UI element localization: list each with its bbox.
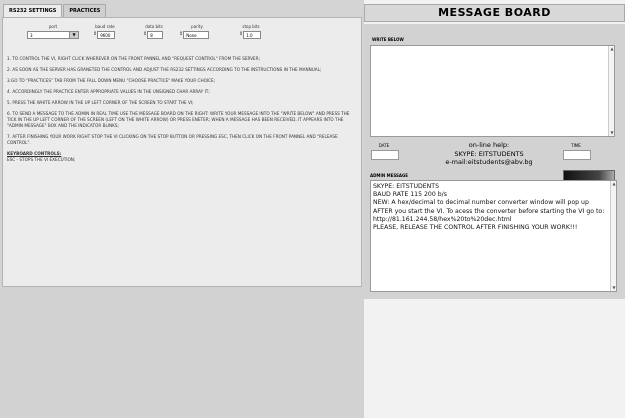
date-display	[371, 150, 399, 160]
admin-message-label: ADMIN MESSAGE	[370, 173, 409, 178]
message-board-title: MESSAGE BOARD	[364, 4, 625, 22]
rs232-settings-panel: PORT 3 ▼ baud rate ⇕ 9600 data bits ⇕ 8	[2, 17, 362, 287]
instruction-3: 3.GO TO "PRACTICES" TAB FROM THE FALL DO…	[7, 78, 216, 83]
write-message-input[interactable]: ▲ ▼	[370, 45, 615, 137]
instruction-1: 1. TO CONTROL THE VI, RIGHT CLICK WHEREV…	[7, 56, 261, 61]
dropdown-arrow-icon[interactable]: ▼	[69, 32, 78, 38]
stop-bits-control: stop bits ⇕ 1.0	[239, 24, 263, 39]
write-below-label: WRITE BELOW	[372, 37, 404, 42]
scroll-up-icon[interactable]: ▲	[609, 46, 615, 52]
stop-bits-input[interactable]: 1.0	[243, 31, 262, 39]
admin-line: NEW: A hex/decimal to decimal number con…	[373, 199, 607, 223]
left-panel: RS232 SETTINGS PRACTICES PORT 3 ▼ baud r…	[0, 0, 364, 418]
time-label: TIME	[571, 143, 581, 148]
data-bits-input[interactable]: 8	[147, 31, 164, 39]
admin-scrollbar[interactable]: ▲ ▼	[610, 181, 616, 291]
port-label: PORT	[48, 24, 58, 29]
admin-message-text: SKYPE: EITSTUDENTS BAUD RATE 115 200 b/s…	[373, 183, 607, 232]
stop-bits-label: stop bits	[242, 24, 260, 29]
admin-line: SKYPE: EITSTUDENTS	[373, 183, 439, 190]
baud-rate-label: baud rate	[95, 24, 115, 29]
instruction-6: 6. TO SEND A MESSAGE TO THE ADMIN IN REA…	[7, 111, 350, 128]
instruction-2: 2. AS SOON AS THE SERVER HAS GRANETED TH…	[7, 67, 322, 72]
time-display	[563, 150, 591, 160]
instruction-4: 4. ACCORDINGLY THE PRACTICE ENTER APPROP…	[7, 89, 210, 94]
instructions-text: 1. TO CONTROL THE VI, RIGHT CLICK WHEREV…	[7, 56, 357, 163]
scroll-down-icon[interactable]: ▼	[609, 130, 615, 136]
admin-line: PLEASE, RELEASE THE CONTROL AFTER FINISH…	[373, 224, 578, 232]
tab-practices[interactable]: PRACTICES	[63, 4, 107, 18]
parity-control: parity ⇕ None	[179, 24, 215, 39]
baud-rate-input[interactable]: 9600	[97, 31, 116, 39]
data-bits-label: data bits	[145, 24, 163, 29]
message-board-panel: MESSAGE BOARD WRITE BELOW ▲ ▼ DATE on-li…	[364, 0, 625, 418]
write-scrollbar[interactable]: ▲ ▼	[608, 46, 614, 136]
help-title: on-line help:	[468, 141, 510, 149]
port-select[interactable]: 3 ▼	[27, 31, 79, 39]
parity-input[interactable]: None	[183, 31, 210, 39]
data-bits-control: data bits ⇕ 8	[143, 24, 165, 39]
online-help: on-line help: SKYPE: EITSTUDENTS e-mail:…	[414, 141, 564, 167]
instruction-5: 5. PRESS THE WHITE ARROW IN THE UP LEFT …	[7, 100, 194, 105]
tab-rs232-settings[interactable]: RS232 SETTINGS	[3, 4, 63, 18]
help-skype: SKYPE: EITSTUDENTS	[454, 149, 524, 158]
scroll-down-icon[interactable]: ▼	[611, 285, 617, 291]
keyboard-control-item: ESC - STOPS THE VI EXECUTION;	[7, 157, 76, 162]
help-email: e-mail:eitstudents@abv.bg	[445, 158, 533, 166]
port-value: 3	[30, 33, 33, 38]
instruction-7: 7. AFTER FINISHING YOUR WORK RIGHT STOP …	[7, 134, 338, 145]
date-label: DATE	[378, 143, 390, 148]
baud-rate-control: baud rate ⇕ 9600	[93, 24, 117, 39]
tab-bar: RS232 SETTINGS PRACTICES	[3, 4, 107, 18]
port-control: PORT 3 ▼	[27, 24, 79, 39]
admin-line: BAUD RATE 115 200 b/s	[373, 191, 447, 199]
empty-panel-area	[0, 287, 364, 418]
admin-message-box[interactable]: SKYPE: EITSTUDENTS BAUD RATE 115 200 b/s…	[370, 180, 617, 292]
scroll-up-icon[interactable]: ▲	[611, 181, 617, 187]
